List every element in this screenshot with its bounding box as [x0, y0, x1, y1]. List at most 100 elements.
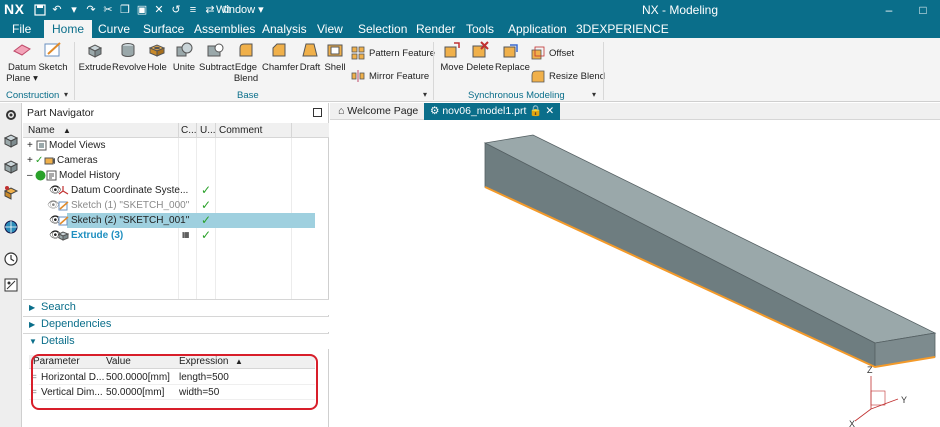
column-divider[interactable]: [196, 123, 197, 138]
tree-row-model-views[interactable]: + Model Views: [23, 138, 329, 153]
subtract-button[interactable]: Subtract: [199, 40, 235, 73]
tab-selection[interactable]: Selection: [352, 20, 413, 38]
column-divider[interactable]: [291, 123, 292, 138]
camera-icon: [44, 157, 55, 165]
replace-face-label: Replace: [495, 62, 530, 73]
offset-region-button[interactable]: Offset: [531, 46, 574, 60]
minimize-icon[interactable]: –: [872, 0, 906, 20]
constraint-navigator-icon[interactable]: [3, 185, 19, 201]
draft-button[interactable]: Draft: [298, 40, 322, 73]
edge-blend-label-2: Blend: [233, 73, 259, 84]
resize-blend-button[interactable]: Resize Blend: [531, 69, 605, 83]
tab-part-file[interactable]: ⚙ nov06_model1.prt 🔒 ✕: [424, 103, 561, 120]
expand-icon[interactable]: +: [27, 140, 33, 151]
part-navigator-title: Part Navigator: [27, 107, 95, 119]
tree-row-label: Model History: [59, 170, 121, 181]
history-icon[interactable]: [3, 251, 19, 267]
extrude-label: Extrude: [78, 62, 112, 73]
window-controls: – □: [872, 0, 940, 20]
offset-region-icon: [531, 46, 545, 60]
tree-row-label: Sketch (2) "SKETCH_001": [71, 215, 190, 226]
triad-z-label: Z: [867, 365, 873, 375]
chevron-down-icon[interactable]: ▾: [592, 90, 596, 99]
tree-row-label: Cameras: [57, 155, 98, 166]
tab-analysis[interactable]: Analysis: [256, 20, 313, 38]
chevron-down-icon[interactable]: ▾: [423, 90, 427, 99]
datum-plane-button[interactable]: Datum Plane ▾: [6, 40, 38, 84]
pattern-feature-button[interactable]: Pattern Feature: [351, 46, 435, 60]
tab-application[interactable]: Application: [502, 20, 573, 38]
tab-welcome-page[interactable]: ⌂ Welcome Page: [332, 103, 424, 120]
shell-button[interactable]: Shell: [324, 40, 346, 73]
revolve-label: Revolve: [112, 62, 147, 73]
sketch-button[interactable]: Sketch: [38, 40, 68, 73]
close-icon[interactable]: ✕: [545, 105, 554, 117]
column-comment[interactable]: Comment: [219, 125, 262, 136]
tree-row-sketch-2[interactable]: 👁 Sketch (2) "SKETCH_001" ✓: [23, 213, 329, 228]
move-face-button[interactable]: Move: [438, 40, 466, 73]
hole-button[interactable]: Hole: [146, 40, 168, 73]
dependencies-section[interactable]: ▶ Dependencies: [23, 316, 329, 332]
tree-row-sketch-1[interactable]: 👁 Sketch (1) "SKETCH_000" ✓: [23, 198, 329, 213]
tree-row-extrude-3[interactable]: 👁 Extrude (3) ▦ ✓: [23, 228, 329, 243]
tab-curve[interactable]: Curve: [92, 20, 136, 38]
draft-icon: [302, 43, 318, 57]
maximize-icon[interactable]: □: [906, 0, 940, 20]
column-divider[interactable]: [178, 123, 179, 138]
tab-surface[interactable]: Surface: [137, 20, 190, 38]
extrude-button[interactable]: Extrude: [78, 40, 112, 73]
edge-blend-button[interactable]: Edge Blend: [233, 40, 259, 84]
hole-label: Hole: [147, 62, 167, 73]
tab-assemblies[interactable]: Assemblies: [188, 20, 261, 38]
tab-welcome-page-label: Welcome Page: [347, 105, 419, 117]
tab-view[interactable]: View: [311, 20, 349, 38]
highlight-annotation: [31, 354, 318, 410]
roles-icon[interactable]: [3, 277, 19, 293]
chamfer-icon: [272, 43, 286, 57]
maximize-icon[interactable]: [313, 108, 322, 117]
tab-tools[interactable]: Tools: [460, 20, 500, 38]
replace-face-button[interactable]: Replace: [495, 40, 530, 73]
search-section-label: Search: [41, 301, 76, 313]
tab-home[interactable]: Home: [44, 20, 93, 38]
tree-row-datum-csys[interactable]: 👁 Datum Coordinate Syste... ✓: [23, 183, 329, 198]
chamfer-label: Chamfer: [262, 62, 299, 73]
tab-render[interactable]: Render: [410, 20, 461, 38]
part-navigator-icon[interactable]: [3, 159, 19, 175]
column-current[interactable]: C...: [181, 125, 197, 136]
column-uptodate[interactable]: U...: [200, 125, 216, 136]
check-icon: ✓: [201, 198, 212, 212]
column-name[interactable]: Name: [28, 125, 55, 136]
details-section[interactable]: ▼ Details: [23, 333, 329, 349]
expand-icon[interactable]: +: [27, 155, 33, 166]
web-browser-icon[interactable]: [3, 219, 19, 235]
sketch-label: Sketch: [38, 62, 68, 73]
chevron-down-icon[interactable]: ▾: [64, 90, 68, 99]
tab-file[interactable]: File: [6, 20, 37, 38]
assembly-navigator-icon[interactable]: [3, 133, 19, 149]
revolve-button[interactable]: Revolve: [112, 40, 147, 73]
resize-blend-label: Resize Blend: [549, 70, 605, 82]
chamfer-button[interactable]: Chamfer: [262, 40, 299, 73]
tab-3dexperience[interactable]: 3DEXPERIENCE: [570, 20, 675, 38]
delete-face-button[interactable]: Delete: [466, 40, 494, 73]
subtract-label: Subtract: [199, 62, 235, 73]
gear-icon[interactable]: [3, 107, 19, 123]
hole-icon: [148, 44, 166, 57]
check-icon: ✓: [201, 183, 212, 197]
move-face-icon: [444, 42, 460, 58]
3d-viewport[interactable]: Z Y X: [330, 121, 940, 427]
mirror-feature-button[interactable]: Mirror Feature: [351, 69, 429, 83]
offset-region-label: Offset: [549, 47, 575, 59]
navigator-column-header: Name ▲ C... U... Comment: [23, 123, 329, 138]
ribbon-tabs: File Home Curve Surface Assemblies Analy…: [0, 20, 940, 38]
unite-icon: [176, 42, 193, 57]
tree-row-model-history[interactable]: – Model History: [23, 168, 329, 183]
collapse-icon[interactable]: –: [27, 170, 33, 181]
tree-row-cameras[interactable]: + ✓ Cameras: [23, 153, 329, 168]
column-divider[interactable]: [215, 123, 216, 138]
search-section[interactable]: ▶ Search: [23, 299, 329, 315]
unite-button[interactable]: Unite: [171, 40, 197, 73]
block-top-face: [483, 134, 937, 344]
chevron-down-icon: ▼: [29, 337, 37, 346]
